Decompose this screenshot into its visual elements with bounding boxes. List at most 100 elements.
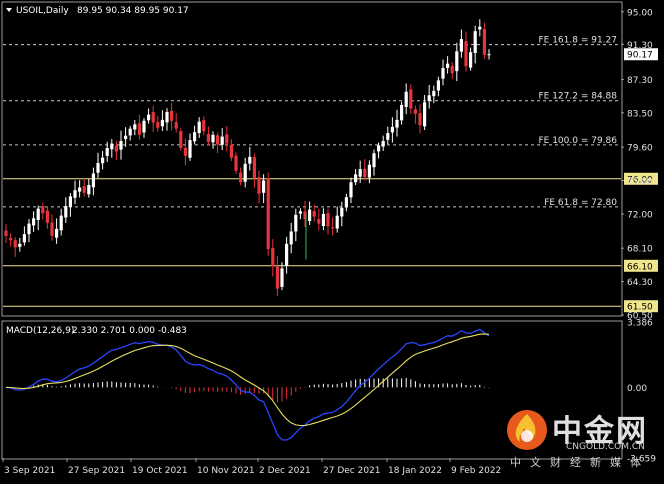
candle-body-43	[202, 120, 206, 132]
candle-body-59	[275, 266, 279, 289]
candle-body-80	[372, 153, 376, 168]
current-price-text: 90.17	[627, 51, 653, 61]
macd-tick-label-0: 3.386	[627, 319, 653, 329]
macd-label: MACD(12,26,9)	[6, 326, 74, 336]
candle-body-33	[156, 122, 160, 128]
candle-body-24	[114, 145, 118, 152]
candle-body-91	[423, 102, 427, 127]
candle-body-1	[9, 237, 13, 241]
candle-body-100	[464, 41, 468, 67]
candle-body-70	[326, 213, 330, 227]
candle-body-7	[36, 208, 40, 221]
candle-body-95	[441, 68, 445, 79]
candle-body-83	[386, 133, 390, 140]
candle-body-38	[179, 131, 183, 149]
candle-body-21	[101, 157, 105, 164]
usoil-daily-chart[interactable]: FE 161.8 = 91.27 FE 127.2 = 84.88 FE 100.0…	[0, 0, 664, 480]
x-tick-label-0: 3 Sep 2021	[4, 466, 55, 476]
logo-tagline: 中文财经新媒体	[510, 456, 650, 469]
candle-body-68	[317, 219, 321, 224]
candle-body-66	[308, 209, 312, 222]
price-tick-label-4: 79.60	[627, 144, 653, 154]
candle-body-32	[151, 112, 155, 123]
candle-body-37	[174, 122, 178, 129]
candle-body-75	[349, 182, 353, 198]
candle-body-41	[193, 132, 197, 142]
price-axis: 76.0066.1061.5095.0091.3087.3083.5079.60…	[621, 8, 658, 322]
candle-body-73	[340, 207, 344, 217]
x-tick-label-1: 27 Sep 2021	[68, 466, 125, 476]
candle-body-47	[220, 136, 224, 145]
candle-body-49	[229, 144, 233, 158]
candle-body-12	[59, 215, 63, 231]
candle-body-93	[432, 90, 436, 97]
cngold-flame-icon	[507, 410, 547, 450]
candle-body-90	[418, 113, 422, 126]
price-panel-frame	[1, 1, 623, 317]
candle-body-53	[248, 156, 252, 164]
candle-body-30	[142, 120, 146, 133]
x-tick-label-7: 9 Feb 2022	[451, 466, 501, 476]
x-tick-label-4: 2 Dec 2021	[259, 466, 311, 476]
candle-body-74	[344, 197, 348, 208]
candle-body-55	[257, 177, 261, 194]
macd-values: 2.330 2.701 0.000 -0.483	[72, 326, 187, 336]
candle-body-34	[160, 119, 164, 127]
candle-body-17	[82, 186, 86, 193]
candle-body-45	[211, 134, 215, 143]
candle-body-26	[124, 135, 128, 140]
candlestick-series	[4, 19, 491, 297]
candle-body-29	[137, 123, 141, 135]
candle-body-104	[482, 29, 486, 55]
candle-body-69	[321, 213, 325, 227]
candle-body-87	[404, 91, 408, 107]
candle-body-22	[105, 148, 109, 156]
collapse-triangle-icon[interactable]	[6, 8, 12, 12]
candle-body-57	[266, 178, 270, 250]
candle-body-99	[459, 39, 463, 52]
candle-body-98	[455, 51, 459, 72]
candle-body-61	[285, 243, 289, 266]
candle-body-3	[18, 243, 22, 247]
price-tick-label-8: 64.30	[627, 278, 653, 288]
candle-body-8	[41, 206, 45, 214]
candle-body-46	[216, 135, 220, 145]
price-levels: FE 161.8 = 91.27 FE 127.2 = 84.88 FE 100.0…	[3, 36, 621, 307]
price-tick-label-5: 75.80	[627, 177, 653, 187]
macd-tick-label-1: 0.00	[627, 384, 647, 394]
candle-body-9	[45, 210, 49, 223]
candle-body-14	[68, 196, 72, 207]
logo-url: CNGOLD.COM.CN	[566, 442, 645, 452]
candle-body-92	[427, 95, 431, 102]
price-tick-label-3: 83.50	[627, 109, 653, 119]
x-tick-label-5: 27 Dec 2021	[323, 466, 381, 476]
candle-body-42	[197, 121, 201, 133]
candle-body-16	[78, 187, 82, 192]
x-tick-label-3: 10 Nov 2021	[197, 466, 255, 476]
candle-body-94	[436, 80, 440, 91]
candle-body-101	[469, 52, 473, 68]
candle-body-102	[473, 31, 477, 53]
candle-body-48	[225, 134, 229, 144]
candle-body-103	[478, 26, 482, 30]
macd-series	[5, 328, 490, 441]
price-tick-label-2: 87.30	[627, 76, 653, 86]
candle-body-11	[55, 228, 59, 238]
candle-body-19	[91, 173, 95, 188]
price-tick-label-0: 95.00	[627, 8, 653, 18]
candle-body-18	[87, 184, 91, 195]
candle-body-67	[312, 211, 316, 217]
price-tick-label-6: 72.00	[627, 210, 653, 220]
candle-body-89	[413, 109, 417, 114]
candle-body-97	[450, 65, 454, 74]
level-tag-text-1: 66.10	[627, 262, 653, 272]
candle-body-78	[363, 168, 367, 178]
time-axis: 3 Sep 2021 27 Sep 2021 19 Oct 2021 10 Nov 2…	[2, 458, 501, 476]
candle-body-50	[234, 155, 238, 171]
candle-body-77	[358, 169, 362, 177]
candle-body-64	[298, 211, 302, 214]
candle-body-84	[390, 126, 394, 133]
candle-body-2	[13, 240, 17, 248]
candle-body-56	[262, 180, 266, 193]
candle-body-28	[133, 124, 137, 130]
